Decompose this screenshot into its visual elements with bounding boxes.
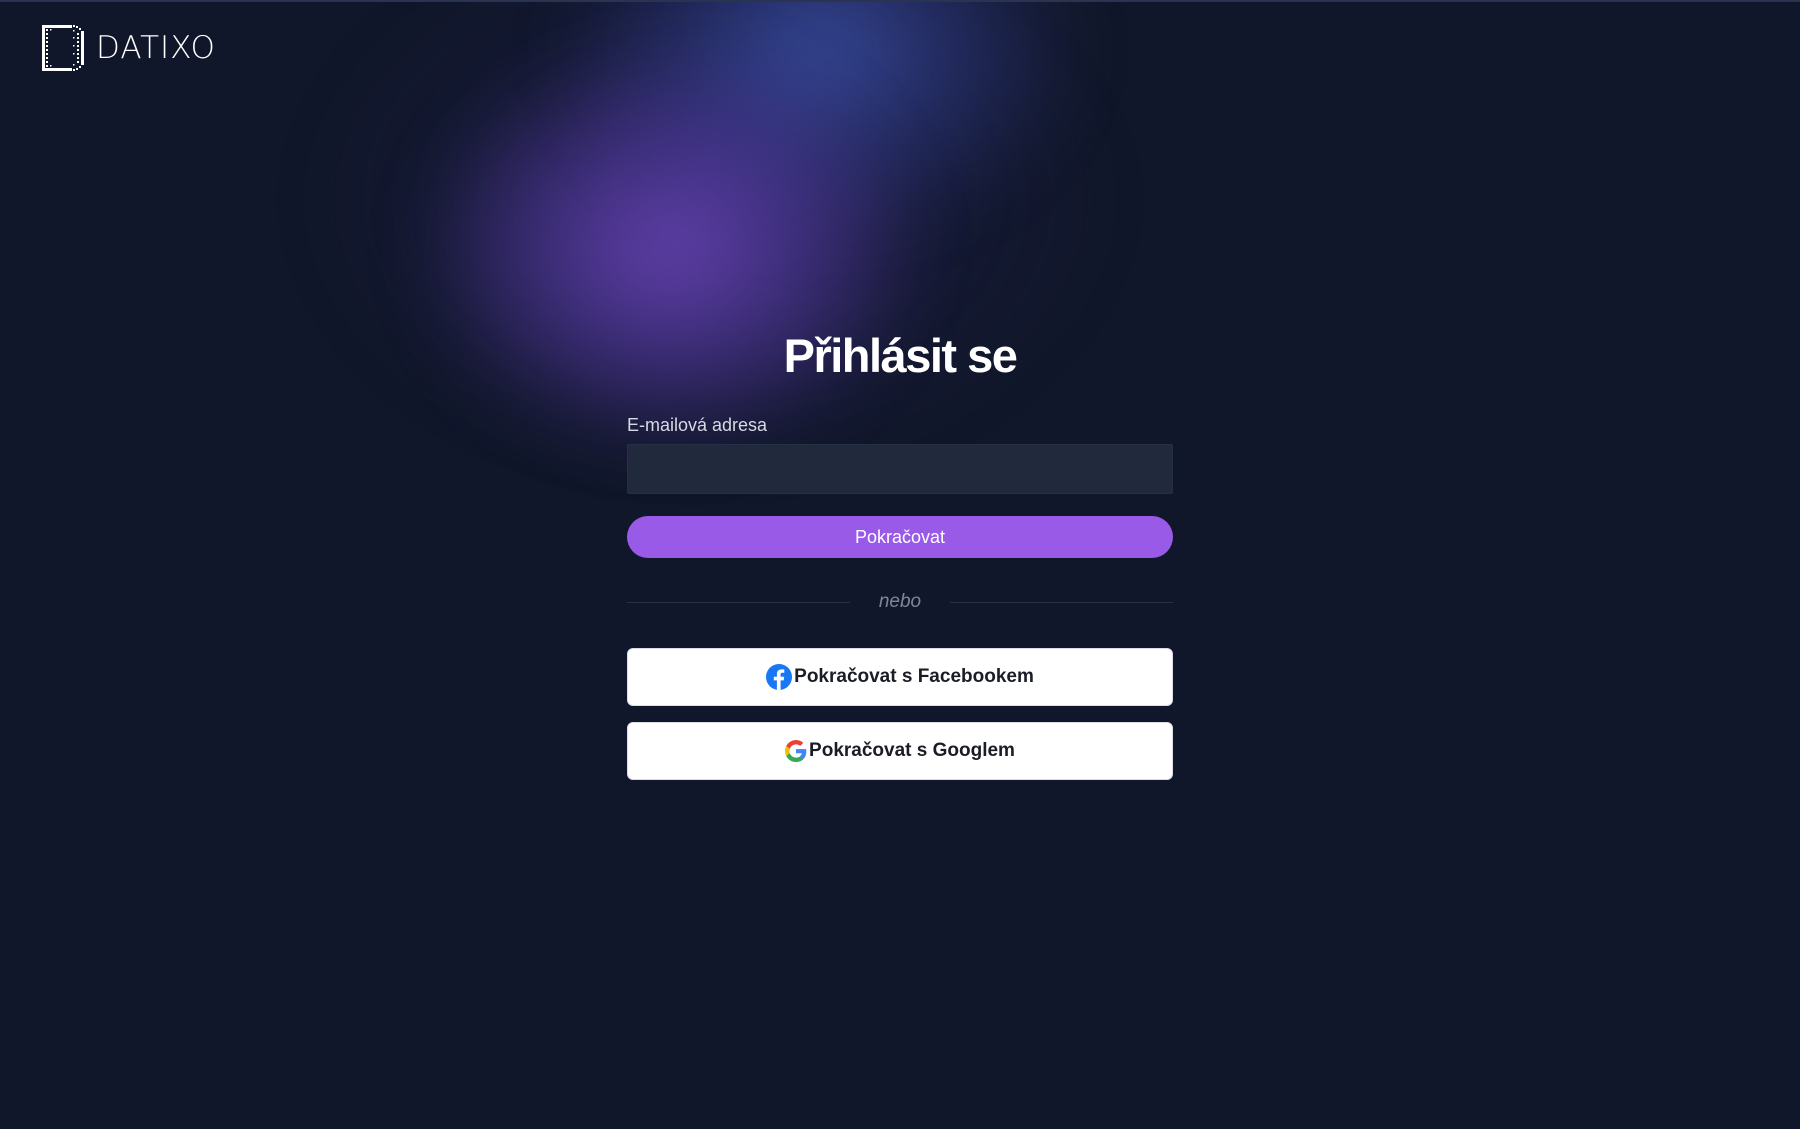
brand-name: DATIXO bbox=[96, 30, 216, 66]
email-label: E-mailová adresa bbox=[627, 415, 768, 435]
datixo-logo-icon bbox=[42, 25, 84, 71]
facebook-icon bbox=[766, 664, 793, 690]
divider-line-right bbox=[950, 601, 1173, 603]
continue-button[interactable]: Pokračovat bbox=[627, 516, 1173, 558]
page-title: Přihlásit se bbox=[783, 329, 1018, 382]
login-form: Přihlásit se E-mailová adresa Pokračovat… bbox=[627, 320, 1173, 780]
login-page: DATIXO Přihlásit se E-mailová adresa Pok… bbox=[0, 0, 1800, 1129]
facebook-login-button[interactable]: Pokračovat s Facebookem bbox=[627, 648, 1173, 706]
google-login-button[interactable]: Pokračovat s Googlem bbox=[627, 722, 1173, 780]
divider-line-left bbox=[627, 601, 850, 603]
divider-text: nebo bbox=[878, 591, 922, 612]
facebook-login-label: Pokračovat s Facebookem bbox=[794, 666, 1034, 687]
google-icon bbox=[785, 740, 807, 762]
brand-logo[interactable]: DATIXO bbox=[42, 24, 216, 72]
divider: nebo bbox=[627, 590, 1173, 614]
top-border bbox=[0, 0, 1800, 2]
email-field[interactable] bbox=[627, 444, 1173, 494]
google-login-label: Pokračovat s Googlem bbox=[809, 740, 1015, 761]
